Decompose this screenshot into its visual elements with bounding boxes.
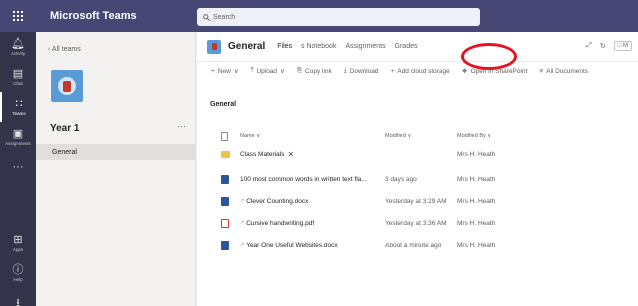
chevron-left-icon: ‹ [48,46,51,53]
word-doc-icon [221,191,233,211]
column-name[interactable]: Name ∨ [240,130,380,142]
chat-icon: ▤ [12,68,24,80]
chevron-down-icon: ∨ [407,133,412,139]
edit-icon: ✕ [287,149,295,159]
open-in-sharepoint-button[interactable]: ❖ Open in SharePoint [461,67,528,76]
tab-files[interactable]: Files [277,43,292,50]
plus-icon: + [390,67,395,75]
app-launcher-icon[interactable] [0,0,36,32]
chevron-down-icon: ∨ [280,68,285,75]
chevron-down-icon: ∨ [233,68,239,75]
sharepoint-icon: ❖ [461,68,468,75]
rail-assignments[interactable]: ▣ Assignments [0,122,36,152]
rail-teams[interactable]: ∷ Teams [0,92,36,122]
channel-title: General [228,41,266,52]
file-type-header-icon [221,130,233,142]
upload-icon: ⤒ [250,67,254,74]
rail-chat[interactable]: ▤ Chat [0,62,36,92]
main-content: General Files s Notebook Assignments Gra… [197,32,638,306]
rail-activity[interactable]: 🔔︎ Activity [0,32,36,62]
expand-icon[interactable]: ⤢ [586,42,592,50]
back-to-all-teams[interactable]: ‹ All teams [48,46,81,53]
add-cloud-storage-button[interactable]: + Add cloud storage [391,68,450,75]
team-avatar [51,70,83,102]
word-doc-icon [221,169,233,189]
sync-icon: ↗ [240,198,245,204]
new-button[interactable]: + New ∨ [211,67,239,76]
table-row[interactable]: ↗ Year One Useful Websites.docx About a m… [197,235,638,255]
rail-download[interactable]: ⭳ [0,288,36,306]
meet-button[interactable]: □ M [613,41,632,51]
teams-icon: ∷ [15,98,23,110]
search-placeholder: Search [213,13,236,21]
bell-icon: 🔔︎ [11,38,25,50]
folder-icon [221,144,233,164]
link-icon: ⎘ [296,67,303,74]
more-icon: ··· [12,161,24,173]
team-panel: ‹ All teams Year 1 ··· General [36,32,196,306]
download-button[interactable]: ⤓ Download [344,67,379,75]
download-icon: ⭳ [16,297,20,306]
tab-grades[interactable]: Grades [395,43,418,50]
word-doc-icon [221,235,233,255]
team-more-options-icon[interactable]: ··· [177,121,186,131]
tab-class-notebook[interactable]: s Notebook [301,43,336,50]
copy-link-button[interactable]: ⎘ Copy link [297,67,332,75]
help-icon: ⓘ [12,264,24,276]
tab-assignments[interactable]: Assignments [345,43,385,50]
view-options-button[interactable]: ≡ All Documents [539,68,588,75]
channel-avatar [207,39,221,54]
upload-button[interactable]: ⤒ Upload ∨ [251,67,285,75]
breadcrumb: General [210,101,237,108]
download-icon: ⤓ [343,67,347,74]
channel-header: General Files s Notebook Assignments Gra… [197,32,638,62]
channel-item-general[interactable]: General [36,144,195,160]
apps-icon: ⊞ [13,234,23,246]
rail-help[interactable]: ⓘ Help [0,258,36,288]
table-row[interactable]: 100 most common words in written text fl… [197,169,638,189]
chevron-down-icon: ∨ [256,133,261,139]
chevron-down-icon: ∨ [487,133,492,139]
pdf-icon [221,213,233,233]
sync-icon: ↗ [240,242,245,248]
plus-icon: + [211,67,215,75]
refresh-icon[interactable]: ↻ [600,42,606,50]
search-icon [203,13,210,21]
team-name: Year 1 [50,123,80,134]
sync-icon: ↗ [240,220,245,226]
table-row[interactable]: ↗ Cursive handwriting.pdf Yesterday at 3:… [197,213,638,233]
rail-more[interactable]: ··· [0,152,36,182]
column-modified[interactable]: Modified ∨ [385,130,455,142]
table-header: Name ∨ Modified ∨ Modified By ∨ [197,130,638,142]
app-name: Microsoft Teams [50,10,137,22]
search-input[interactable]: Search [197,8,480,26]
rail-apps[interactable]: ⊞ Apps [0,228,36,258]
table-row[interactable]: Class Materials ✕ Mrs H. Heath [197,144,638,164]
assignments-icon: ▣ [12,128,24,140]
command-bar: + New ∨ ⤒ Upload ∨ ⎘ Copy link ⤓ Download + Add… [197,62,638,80]
list-icon: ≡ [539,67,544,75]
column-modified-by[interactable]: Modified By ∨ [457,130,517,142]
table-row[interactable]: ↗ Clever Counting.docx Yesterday at 3:29 … [197,191,638,211]
app-rail: 🔔︎ Activity ▤ Chat ∷ Teams ▣ Assignments… [0,32,36,306]
